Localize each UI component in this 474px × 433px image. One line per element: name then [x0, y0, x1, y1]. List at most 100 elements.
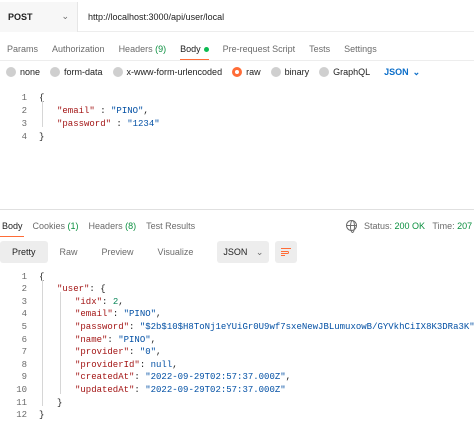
code-token: null — [150, 359, 173, 370]
code-token: "1234" — [127, 118, 160, 129]
tab-label: Authorization — [52, 44, 105, 54]
indent-guide — [42, 101, 43, 127]
url-input[interactable]: http://localhost:3000/api/user/local — [78, 12, 224, 22]
code-token: "provider" — [75, 347, 130, 358]
response-tab-headers[interactable]: Headers (8) — [84, 215, 142, 237]
code-token: : — [94, 105, 112, 116]
line-number: 2 — [21, 105, 27, 116]
tab-headers[interactable]: Headers (9) — [112, 44, 174, 60]
code-text: "password": "$2b$10$H8ToNj1eYUiGr0U9wf7s… — [27, 322, 474, 332]
tab-label: Body — [180, 44, 201, 54]
code-line: 4} — [0, 130, 45, 143]
code-line: 3 "password" : "1234" — [0, 117, 160, 130]
code-text: "user": { — [27, 284, 106, 294]
code-token: : — [129, 321, 140, 332]
code-token: , — [156, 309, 162, 320]
format-select[interactable]: JSON ⌄ — [384, 67, 420, 78]
code-token: : — [139, 359, 151, 370]
radio-icon — [319, 67, 330, 77]
code-line: 5 "password": "$2b$10$H8ToNj1eYUiGr0U9wf7… — [0, 320, 474, 333]
request-body-editor[interactable]: 1{2 "email" : "PINO", 3 "password" : "1234"… — [0, 88, 474, 210]
line-number: 3 — [21, 296, 27, 307]
radio-graphql[interactable]: GraphQL — [319, 67, 370, 77]
chevron-down-icon: ⌄ — [412, 66, 421, 77]
code-line: 3 "idx": 2, — [0, 295, 124, 308]
code-token: "createdAt" — [75, 372, 135, 383]
tab-settings[interactable]: Settings — [337, 44, 384, 60]
code-line: 2 "email" : "PINO", — [0, 104, 149, 117]
code-line: 7 "provider": "0", — [0, 346, 162, 359]
status-label: Status: — [364, 221, 393, 231]
radio-raw[interactable]: raw — [232, 67, 261, 77]
radio-form-data[interactable]: form-data — [50, 67, 103, 77]
code-token: } — [57, 397, 63, 408]
response-body-viewer[interactable]: 1{2 "user": {3 "idx": 2, 4 "email": "PINO", 5… — [0, 268, 474, 433]
code-text: } — [27, 132, 44, 142]
view-raw-button[interactable]: Raw — [48, 241, 90, 263]
radio-label: x-www-form-urlencoded — [126, 67, 223, 77]
chevron-down-icon: ⌄ — [255, 246, 264, 257]
globe-icon[interactable] — [346, 220, 357, 233]
method-select[interactable]: POST ⌄ — [0, 1, 78, 32]
code-token: , — [156, 347, 162, 358]
radio-label: GraphQL — [333, 67, 371, 77]
code-token: "name" — [75, 334, 108, 345]
tab-label: Headers — [118, 44, 153, 54]
tab-body[interactable]: Body — [173, 44, 216, 60]
response-tab-body[interactable]: Body — [0, 215, 28, 237]
line-number: 1 — [21, 271, 27, 282]
radio-icon — [270, 67, 281, 77]
tab-authorization[interactable]: Authorization — [45, 44, 112, 60]
code-line: 1{ — [0, 270, 45, 283]
radio-label: raw — [246, 67, 261, 77]
radio-binary[interactable]: binary — [270, 67, 309, 77]
response-tab-cookies[interactable]: Cookies (1) — [28, 215, 84, 237]
code-token: : { — [89, 284, 106, 295]
tab-pre-request-script[interactable]: Pre-request Script — [216, 44, 303, 60]
code-token: } — [39, 410, 45, 421]
radio-x-www-form-urlencoded[interactable]: x-www-form-urlencoded — [112, 67, 223, 77]
code-token: : — [129, 347, 140, 358]
code-token: "email" — [75, 309, 113, 320]
code-text: } — [27, 410, 44, 420]
code-token: "$2b$10$H8ToNj1eYUiGr0U9wf7sxeNewJBLumux… — [139, 321, 474, 332]
method-label: POST — [8, 11, 33, 22]
code-token: : — [111, 118, 128, 129]
view-visualize-button[interactable]: Visualize — [146, 241, 206, 263]
code-line: 12} — [0, 409, 44, 422]
radio-none[interactable]: none — [6, 67, 40, 77]
response-tab-test-results[interactable]: Test Results — [141, 215, 200, 237]
code-token: } — [39, 131, 45, 142]
view-pretty-button[interactable]: Pretty — [0, 241, 48, 263]
wrap-lines-icon — [281, 248, 292, 249]
time-label: Time: — [432, 221, 455, 231]
request-tabs: Params Authorization Headers (9) Body Pr… — [0, 38, 384, 60]
code-text: "updatedAt": "2022-09-29T02:57:37.000Z" — [27, 385, 286, 395]
code-token: : — [107, 334, 119, 345]
line-number: 10 — [16, 384, 27, 395]
code-token: "providerId" — [75, 359, 140, 370]
line-number: 11 — [16, 397, 27, 408]
view-preview-button[interactable]: Preview — [90, 241, 146, 263]
tab-params[interactable]: Params — [0, 44, 45, 60]
line-number: 4 — [21, 131, 27, 142]
line-number: 1 — [21, 92, 27, 103]
code-text: "provider": "0", — [27, 347, 161, 357]
wrap-lines-button[interactable] — [275, 241, 298, 263]
code-token: , — [172, 359, 178, 370]
radio-label: form-data — [64, 67, 103, 77]
url-bar: POST ⌄ http://localhost:3000/api/user/lo… — [0, 1, 474, 32]
line-number: 5 — [21, 321, 27, 332]
line-number: 8 — [21, 359, 27, 370]
code-token: , — [143, 105, 149, 116]
code-line: 9 "createdAt": "2022-09-29T02:57:37.000Z"… — [0, 371, 291, 384]
response-format-select[interactable]: JSON ⌄ — [217, 241, 270, 263]
tab-label: Pre-request Script — [222, 44, 296, 54]
code-line: 1{ — [0, 91, 45, 104]
indent-guide — [60, 292, 61, 394]
divider — [0, 60, 474, 61]
code-token: "2022-09-29T02:57:37.000Z" — [145, 384, 286, 395]
code-token: "idx" — [75, 296, 103, 307]
code-line: 11} — [0, 396, 62, 409]
tab-tests[interactable]: Tests — [302, 44, 337, 60]
